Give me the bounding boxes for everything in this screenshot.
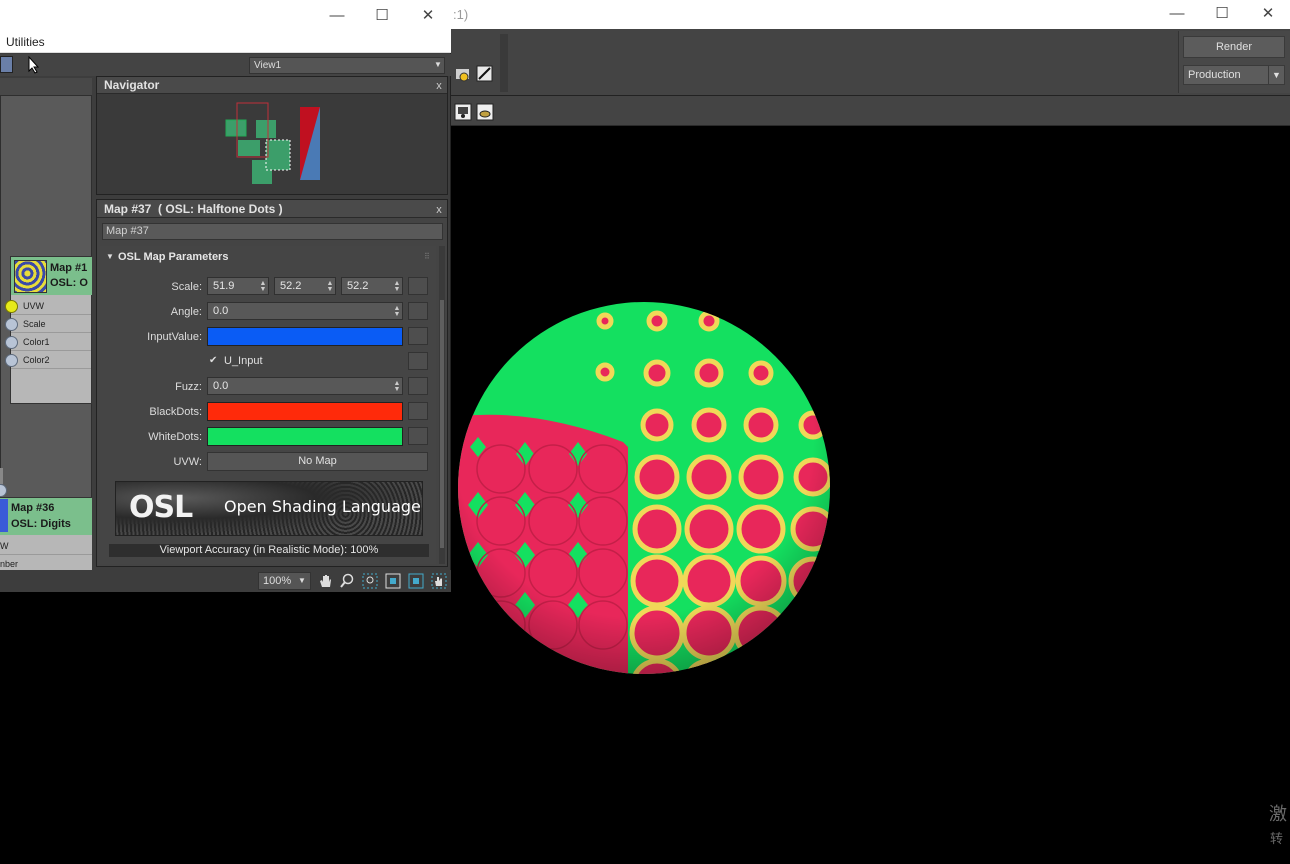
rollout-title[interactable]: OSL Map Parameters [118, 251, 228, 263]
angle-label: Angle: [170, 306, 202, 318]
input-value-map-slot[interactable] [408, 327, 428, 345]
port-label: UVW [23, 301, 44, 311]
node-canvas-header [0, 78, 92, 96]
port-label: Color1 [23, 337, 50, 347]
zoom-extents-icon[interactable] [385, 573, 401, 589]
region-render-icon[interactable] [476, 103, 494, 121]
black-dots-color-swatch[interactable] [207, 402, 403, 421]
fuzz-spinner[interactable]: 0.0 [207, 377, 403, 395]
scale-map-slot[interactable] [408, 277, 428, 295]
node-title: Map #1 [50, 262, 88, 274]
parameters-title: Map #37 ( OSL: Halftone Dots ) [104, 202, 283, 216]
navigator-preview[interactable] [220, 100, 330, 188]
black-dots-map-slot[interactable] [408, 402, 428, 420]
view-select[interactable]: View1 [249, 57, 445, 74]
render-close-button[interactable]: ✕ [1245, 0, 1290, 29]
u-input-map-slot[interactable] [408, 352, 428, 370]
node-title: Map #36 [11, 502, 55, 514]
close-icon[interactable]: x [433, 203, 445, 217]
toolbar-separator [500, 34, 508, 92]
spinner-arrows-icon[interactable]: ▲ ▼ [326, 280, 334, 293]
white-dots-map-slot[interactable] [408, 427, 428, 445]
osl-logo: OSL [129, 490, 193, 525]
slate-close-button[interactable]: ✕ [405, 2, 451, 31]
spinner-arrows-icon[interactable]: ▲ ▼ [259, 280, 267, 293]
render-minimize-button[interactable]: — [1154, 0, 1200, 29]
white-dots-label: WhiteDots: [148, 431, 202, 443]
zoom-region-icon[interactable] [362, 573, 378, 589]
viewport-accuracy-label: Viewport Accuracy (in Realistic Mode): 1… [109, 544, 429, 557]
render-setup-icon[interactable] [454, 65, 472, 83]
render-preset-select[interactable]: Production [1183, 65, 1269, 85]
input-value-label: InputValue: [147, 331, 202, 343]
wire-stub [0, 468, 3, 484]
input-port[interactable] [5, 354, 18, 367]
slate-status-bar [0, 570, 451, 592]
map-name-input[interactable]: Map #37 [102, 223, 443, 240]
watermark-text: 激 [1269, 804, 1287, 824]
zoom-icon[interactable] [339, 573, 355, 589]
chevron-down-icon[interactable]: ▼ [1268, 65, 1285, 85]
menu-utilities[interactable]: Utilities [6, 35, 45, 49]
pan-hand-icon[interactable] [317, 573, 333, 589]
input-port[interactable] [5, 336, 18, 349]
port-label: W [0, 541, 9, 551]
uvw-label: UVW: [173, 456, 202, 468]
slate-minimize-button[interactable]: — [314, 2, 360, 31]
input-port[interactable] [5, 300, 18, 313]
fuzz-map-slot[interactable] [408, 377, 428, 395]
render-window-title: :1) [453, 7, 469, 22]
environment-icon[interactable] [476, 65, 494, 83]
scrollbar-thumb[interactable] [440, 300, 444, 548]
angle-map-slot[interactable] [408, 302, 428, 320]
render-maximize-button[interactable]: ☐ [1199, 0, 1245, 29]
cursor-icon [24, 55, 42, 74]
spinner-arrows-icon[interactable]: ▲ ▼ [393, 380, 401, 393]
slate-menubar [0, 34, 451, 53]
fuzz-label: Fuzz: [175, 381, 202, 393]
slate-maximize-button[interactable]: ☐ [359, 2, 405, 31]
layout-icon[interactable] [0, 56, 13, 73]
port-label: nber [0, 559, 19, 569]
node-subtitle: OSL: Digits [11, 518, 71, 530]
node-subtitle: OSL: O [50, 277, 88, 289]
grip-icon[interactable]: ⠿ [424, 252, 430, 261]
port-label: Color2 [23, 355, 50, 365]
angle-spinner[interactable]: 0.0 [207, 302, 403, 320]
black-dots-label: BlackDots: [149, 406, 202, 418]
watermark-text-secondary: 转 [1270, 831, 1284, 846]
pan-to-selected-icon[interactable] [431, 573, 447, 589]
osl-banner-text: Open Shading Language [224, 497, 421, 516]
scale-label: Scale: [171, 281, 202, 293]
port-label: Scale [23, 319, 46, 329]
uvw-map-button[interactable]: No Map [207, 452, 428, 471]
spinner-arrows-icon[interactable]: ▲ ▼ [393, 305, 401, 318]
collapse-arrow-icon[interactable]: ▼ [106, 252, 114, 261]
divider [0, 554, 92, 555]
input-value-color-swatch[interactable] [207, 327, 403, 346]
navigator-title: Navigator [104, 78, 160, 92]
input-port[interactable] [5, 318, 18, 331]
node-thumbnail [14, 260, 47, 293]
rendered-sphere [458, 302, 830, 674]
chevron-down-icon[interactable]: ▼ [298, 576, 306, 585]
render-viewport[interactable] [453, 137, 1290, 861]
render-button[interactable]: Render [1183, 36, 1285, 58]
spinner-arrows-icon[interactable]: ▲ ▼ [393, 280, 401, 293]
close-icon[interactable]: x [433, 79, 445, 93]
zoom-extents-selected-icon[interactable] [408, 573, 424, 589]
chevron-down-icon[interactable]: ▼ [431, 57, 445, 74]
node-thumbnail [0, 499, 8, 532]
u-input-label: U_Input [224, 355, 263, 367]
u-input-checkbox[interactable]: ✔ [209, 356, 219, 366]
white-dots-color-swatch[interactable] [207, 427, 403, 446]
display-icon[interactable] [454, 103, 472, 121]
